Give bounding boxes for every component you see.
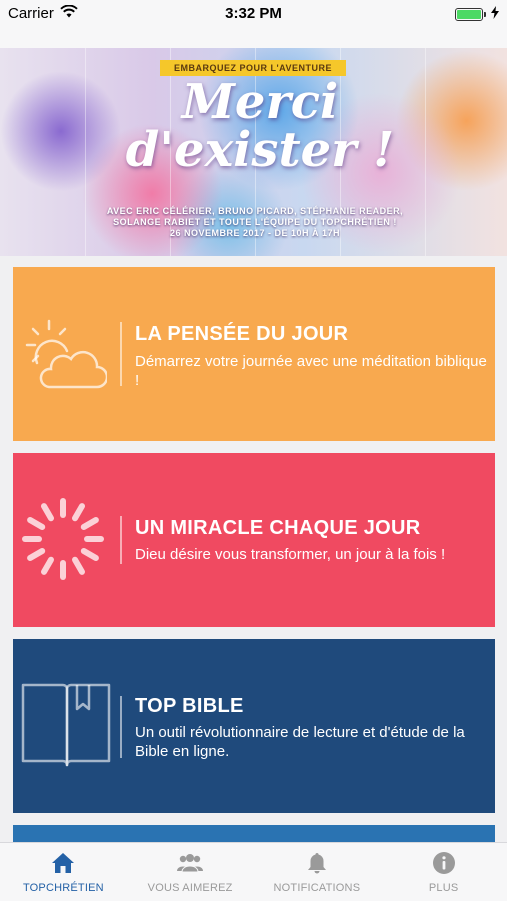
card-title: TOP BIBLE bbox=[135, 695, 244, 717]
spinner-icon bbox=[19, 495, 107, 583]
card-title: UN MIRACLE CHAQUE JOUR bbox=[135, 517, 421, 539]
card-description: Dieu désire vous transformer, un jour à … bbox=[135, 546, 446, 563]
status-bar: Carrier 3:32 PM bbox=[0, 0, 507, 28]
tab-plus[interactable]: PLUS bbox=[380, 843, 507, 901]
charging-icon bbox=[491, 6, 499, 23]
card-description: Démarrez votre journée avec une méditati… bbox=[135, 353, 487, 389]
banner-title-line1: Merci bbox=[181, 74, 339, 130]
card-divider bbox=[120, 696, 122, 758]
card-title: LA PENSÉE DU JOUR bbox=[135, 323, 349, 345]
status-time: 3:32 PM bbox=[225, 5, 282, 22]
bell-icon bbox=[307, 853, 326, 874]
tab-label: NOTIFICATIONS bbox=[273, 882, 361, 894]
home-icon bbox=[52, 853, 75, 873]
card-divider bbox=[120, 516, 122, 564]
status-right bbox=[455, 6, 499, 23]
banner-subtitle: AVEC ERIC CÉLÉRIER, BRUNO PICARD, STÉPHA… bbox=[90, 206, 420, 239]
tab-bar: TOPCHRÉTIEN VOUS AIMEREZ NOTIFICATIONS P… bbox=[0, 842, 507, 901]
info-icon bbox=[432, 852, 455, 874]
navigation-bar bbox=[0, 28, 507, 48]
book-icon bbox=[19, 679, 111, 767]
card-pensee-du-jour[interactable]: LA PENSÉE DU JOUR Démarrez votre journée… bbox=[13, 267, 495, 441]
people-icon bbox=[177, 854, 204, 873]
card-description: Un outil révolutionnaire de lecture et d… bbox=[135, 724, 465, 760]
battery-icon bbox=[455, 8, 486, 21]
banner-subtitle-line3: 26 NOVEMBRE 2017 - DE 10H À 17H bbox=[169, 228, 341, 238]
card-divider bbox=[120, 322, 122, 386]
banner-subtitle-line2: SOLANGE RABIET ET TOUTE L'ÉQUIPE DU TOPC… bbox=[113, 217, 397, 227]
tab-topchretien[interactable]: TOPCHRÉTIEN bbox=[0, 843, 127, 901]
event-banner[interactable]: EMBARQUEZ POUR L'AVENTURE Merci d'existe… bbox=[0, 48, 507, 256]
card-top-bible[interactable]: TOP BIBLE Un outil révolutionnaire de le… bbox=[13, 639, 495, 813]
banner-title: Merci d'exister ! bbox=[110, 78, 410, 174]
tab-label: PLUS bbox=[428, 882, 459, 894]
tab-label: TOPCHRÉTIEN bbox=[22, 882, 104, 894]
tab-label: VOUS AIMEREZ bbox=[147, 882, 233, 894]
banner-subtitle-line1: AVEC ERIC CÉLÉRIER, BRUNO PICARD, STÉPHA… bbox=[106, 206, 404, 216]
banner-title-line2: d'exister ! bbox=[125, 122, 395, 178]
tab-notifications[interactable]: NOTIFICATIONS bbox=[254, 843, 381, 901]
card-miracle-chaque-jour[interactable]: UN MIRACLE CHAQUE JOUR Dieu désire vous … bbox=[13, 453, 495, 627]
sun-cloud-icon bbox=[19, 311, 109, 399]
tab-vous-aimerez[interactable]: VOUS AIMEREZ bbox=[127, 843, 254, 901]
